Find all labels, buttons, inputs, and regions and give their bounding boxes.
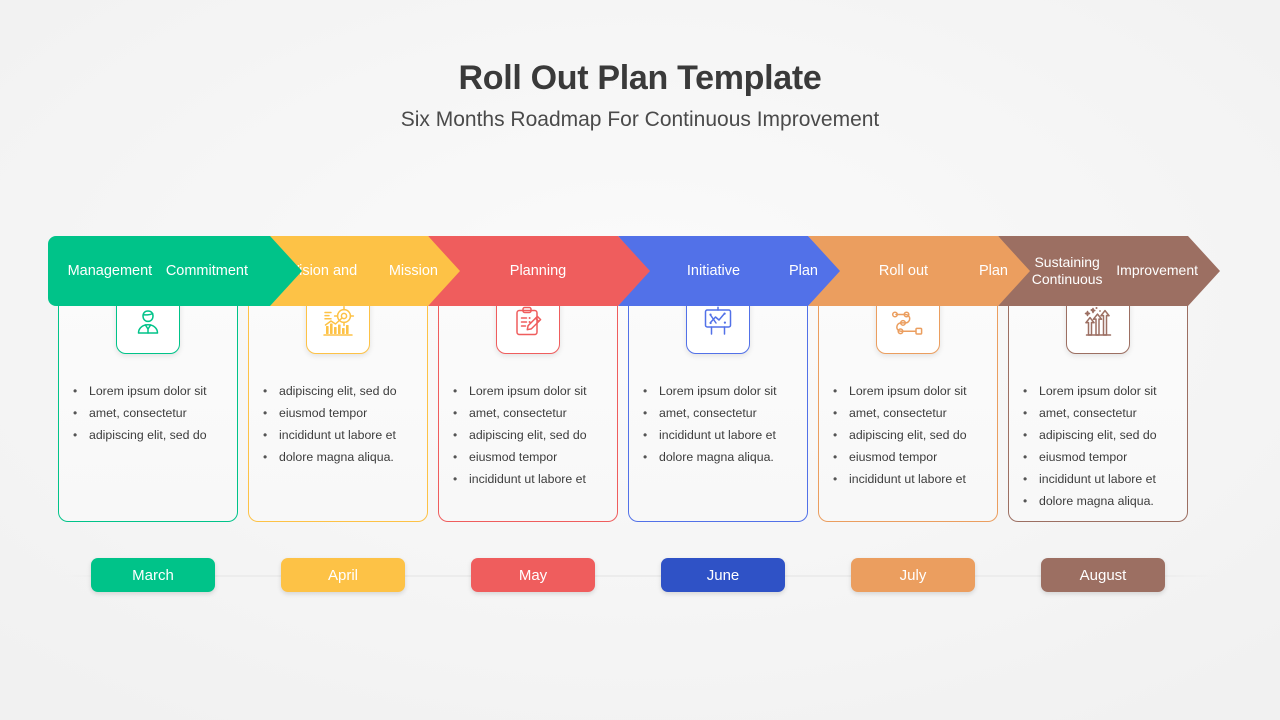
list-item: dolore magna aliqua. [257, 446, 423, 468]
list-item: amet, consectetur [637, 402, 803, 424]
list-item: incididunt ut labore et [1017, 468, 1183, 490]
slide-heading: Roll Out Plan Template Six Months Roadma… [0, 58, 1280, 132]
phase-chevron-management-commitment[interactable]: Management Commitment [48, 236, 270, 306]
list-item: Lorem ipsum dolor sit [827, 380, 993, 402]
list-item: dolore magna aliqua. [637, 446, 803, 468]
phase-title-roll-out-plan: Roll out [878, 262, 929, 279]
phase-card-sustaining-continuous-improvement: Lorem ipsum dolor sit amet, consectetura… [1008, 290, 1188, 522]
list-item: Lorem ipsum dolor sit [1017, 380, 1183, 402]
list-item: adipiscing elit, sed do [1017, 424, 1183, 446]
slide-canvas: Roll Out Plan Template Six Months Roadma… [0, 0, 1280, 720]
month-row: March April May June July August [0, 558, 1280, 594]
phase-title-initiative-plan: Initiative [686, 262, 741, 279]
roadmap-column-initiative-plan: Initiative Plan Lorem ipsum dolor sit amet… [618, 236, 840, 556]
list-item: eiusmod tempor [257, 402, 423, 424]
phase-title-planning: Planning [509, 262, 567, 279]
list-item: adipiscing elit, sed do [447, 424, 613, 446]
list-item: adipiscing elit, sed do [827, 424, 993, 446]
month-button-july[interactable]: July [851, 558, 975, 592]
phase-bullet-list-management-commitment: Lorem ipsum dolor sit amet, consectetura… [67, 380, 233, 446]
phase-card-planning: Lorem ipsum dolor sit amet, consectetura… [438, 290, 618, 522]
month-button-june[interactable]: June [661, 558, 785, 592]
roadmap-column-sustaining-continuous-improvement: Sustaining Continuous Improvement Lorem ip… [998, 236, 1220, 556]
phase-card-vision-and-mission: adipiscing elit, sed doeiusmod temporinc… [248, 290, 428, 522]
roadmap-column-roll-out-plan: Roll out Plan Lorem ipsum dolor sit amet, … [808, 236, 1030, 556]
list-item: eiusmod tempor [447, 446, 613, 468]
list-item: eiusmod tempor [1017, 446, 1183, 468]
phase-card-initiative-plan: Lorem ipsum dolor sit amet, consecteturi… [628, 290, 808, 522]
list-item: incididunt ut labore et [447, 468, 613, 490]
month-button-may[interactable]: May [471, 558, 595, 592]
list-item: incididunt ut labore et [827, 468, 993, 490]
list-item: amet, consectetur [1017, 402, 1183, 424]
phase-title-management-commitment: Management [67, 262, 153, 279]
phase-chevron-sustaining-continuous-improvement[interactable]: Sustaining Continuous Improvement [998, 236, 1220, 306]
phase-chevron-initiative-plan[interactable]: Initiative Plan [618, 236, 840, 306]
month-button-march[interactable]: March [91, 558, 215, 592]
list-item: eiusmod tempor [827, 446, 993, 468]
list-item: adipiscing elit, sed do [67, 424, 233, 446]
phase-chevron-planning[interactable]: Planning [428, 236, 650, 306]
phase-bullet-list-planning: Lorem ipsum dolor sit amet, consectetura… [447, 380, 613, 490]
phase-title-line2-management-commitment: Commitment [165, 262, 248, 279]
page-subtitle: Six Months Roadmap For Continuous Improv… [400, 108, 880, 132]
phase-bullet-list-roll-out-plan: Lorem ipsum dolor sit amet, consectetura… [827, 380, 993, 490]
phase-title-line2-roll-out-plan: Plan [978, 262, 1008, 279]
list-item: Lorem ipsum dolor sit [637, 380, 803, 402]
list-item: adipiscing elit, sed do [257, 380, 423, 402]
phase-title-line2-initiative-plan: Plan [788, 262, 818, 279]
phase-bullet-list-initiative-plan: Lorem ipsum dolor sit amet, consecteturi… [637, 380, 803, 468]
roadmap-column-planning: Planning Lorem ipsum dolor sit amet, cons… [428, 236, 650, 556]
phase-bullet-list-vision-and-mission: adipiscing elit, sed doeiusmod temporinc… [257, 380, 423, 468]
phase-title-sustaining-continuous-improvement: Sustaining Continuous [1031, 253, 1103, 288]
list-item: incididunt ut labore et [257, 424, 423, 446]
list-item: dolore magna aliqua. [1017, 490, 1183, 512]
month-button-april[interactable]: April [281, 558, 405, 592]
list-item: amet, consectetur [827, 402, 993, 424]
month-button-august[interactable]: August [1041, 558, 1165, 592]
list-item: Lorem ipsum dolor sit [67, 380, 233, 402]
phase-bullet-list-sustaining-continuous-improvement: Lorem ipsum dolor sit amet, consectetura… [1017, 380, 1183, 512]
list-item: Lorem ipsum dolor sit [447, 380, 613, 402]
list-item: incididunt ut labore et [637, 424, 803, 446]
list-item: amet, consectetur [67, 402, 233, 424]
phase-title-line2-vision-and-mission: Mission [388, 262, 438, 279]
page-title: Roll Out Plan Template [458, 59, 822, 97]
roadmap-track: Management Commitment Lorem ipsum dolor si… [0, 236, 1280, 556]
phase-chevron-roll-out-plan[interactable]: Roll out Plan [808, 236, 1030, 306]
phase-title-line2-sustaining-continuous-improvement: Improvement [1116, 262, 1198, 279]
phase-card-management-commitment: Lorem ipsum dolor sit amet, consectetura… [58, 290, 238, 522]
roadmap-column-management-commitment: Management Commitment Lorem ipsum dolor si… [48, 236, 270, 556]
list-item: amet, consectetur [447, 402, 613, 424]
phase-card-roll-out-plan: Lorem ipsum dolor sit amet, consectetura… [818, 290, 998, 522]
